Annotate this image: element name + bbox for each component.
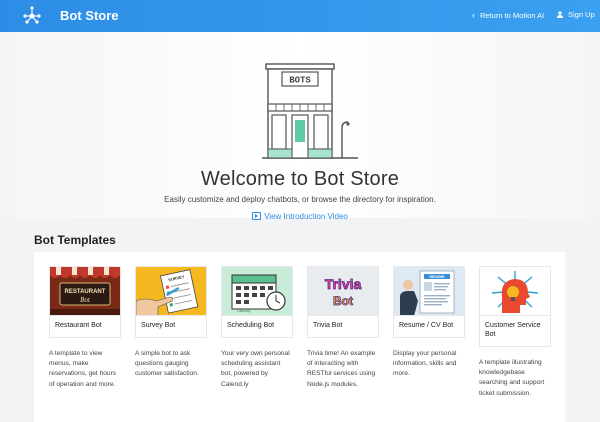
scheduling-bot-thumbnail: Calendly — [221, 266, 293, 315]
template-card-title: Restaurant Bot — [49, 315, 121, 338]
resume-thumb-text: RESUME — [430, 275, 446, 279]
template-card-customer-service-bot[interactable]: Customer Service Bot A template illustra… — [479, 266, 551, 399]
template-card-title: Survey Bot — [135, 315, 207, 338]
trivia-thumb-text: Trivia — [325, 276, 362, 292]
storefront-sign-text: BOTS — [289, 76, 311, 86]
template-card-scheduling-bot[interactable]: Calendly Scheduling Bot Your very own pe… — [221, 266, 293, 390]
brand-title[interactable]: Bot Store — [60, 8, 119, 23]
hero-subtitle: Easily customize and deploy chatbots, or… — [164, 195, 436, 204]
return-link-label: Return to Motion AI — [480, 11, 545, 20]
template-card-title: Trivia Bot — [307, 315, 379, 338]
template-card-description: Trivia time! An example of interacting w… — [307, 350, 376, 388]
template-card-description: Your very own personal scheduling assist… — [221, 350, 290, 388]
template-card-resume-cv-bot[interactable]: RESUME Resume / CV Bot Display your pers… — [393, 266, 465, 380]
play-video-icon — [252, 212, 262, 220]
view-introduction-video-link[interactable]: View Introduction Video — [0, 212, 600, 221]
hero-title: Welcome to Bot Store — [200, 168, 400, 190]
template-card-trivia-bot[interactable]: Trivia Bot Trivia Bot Trivia time! An ex… — [307, 266, 379, 390]
template-card-title: Customer Service Bot — [479, 315, 551, 347]
return-to-motion-ai-link[interactable]: ‹ Return to Motion AI — [472, 10, 544, 20]
template-card-description: A template illustrating knowledgebase se… — [479, 359, 545, 397]
restaurant-thumb-text: RESTAURANT — [65, 289, 106, 295]
bot-storefront-illustration: BOTS — [262, 63, 358, 159]
template-card-description: A template to view menus, make reservati… — [49, 350, 117, 388]
scheduling-thumb-text: Calendly — [237, 309, 251, 313]
hero-banner: BOTS Welcome to Bot Store Easily customi… — [0, 32, 600, 221]
section-title-bot-templates: Bot Templates — [34, 233, 116, 247]
template-card-title: Resume / CV Bot — [393, 315, 465, 338]
customer-service-bot-thumbnail — [479, 266, 551, 315]
molecule-logo-icon[interactable] — [22, 6, 42, 26]
bot-templates-panel: RESTAURANT Bot Restaurant Bot A template… — [34, 252, 565, 422]
top-navigation-bar: Bot Store ‹ Return to Motion AI Sign Up — [0, 0, 600, 32]
trivia-thumb-subtext: Bot — [333, 294, 353, 308]
restaurant-thumb-subtext: Bot — [80, 296, 91, 304]
sign-up-label: Sign Up — [568, 10, 595, 19]
user-icon — [557, 11, 563, 18]
template-card-survey-bot[interactable]: SURVEY Survey Bot A simple bot to ask qu… — [135, 266, 207, 380]
sign-up-link[interactable]: Sign Up — [557, 10, 595, 19]
chevron-left-icon: ‹ — [472, 10, 475, 20]
template-card-title: Scheduling Bot — [221, 315, 293, 338]
template-card-restaurant-bot[interactable]: RESTAURANT Bot Restaurant Bot A template… — [49, 266, 121, 390]
video-link-label: View Introduction Video — [264, 212, 348, 221]
restaurant-bot-thumbnail: RESTAURANT Bot — [49, 266, 121, 315]
trivia-bot-thumbnail: Trivia Bot — [307, 266, 379, 315]
resume-bot-thumbnail: RESUME — [393, 266, 465, 315]
template-card-description: Display your personal information, skill… — [393, 350, 457, 378]
survey-bot-thumbnail: SURVEY — [135, 266, 207, 315]
template-card-description: A simple bot to ask questions gauging cu… — [135, 350, 199, 378]
